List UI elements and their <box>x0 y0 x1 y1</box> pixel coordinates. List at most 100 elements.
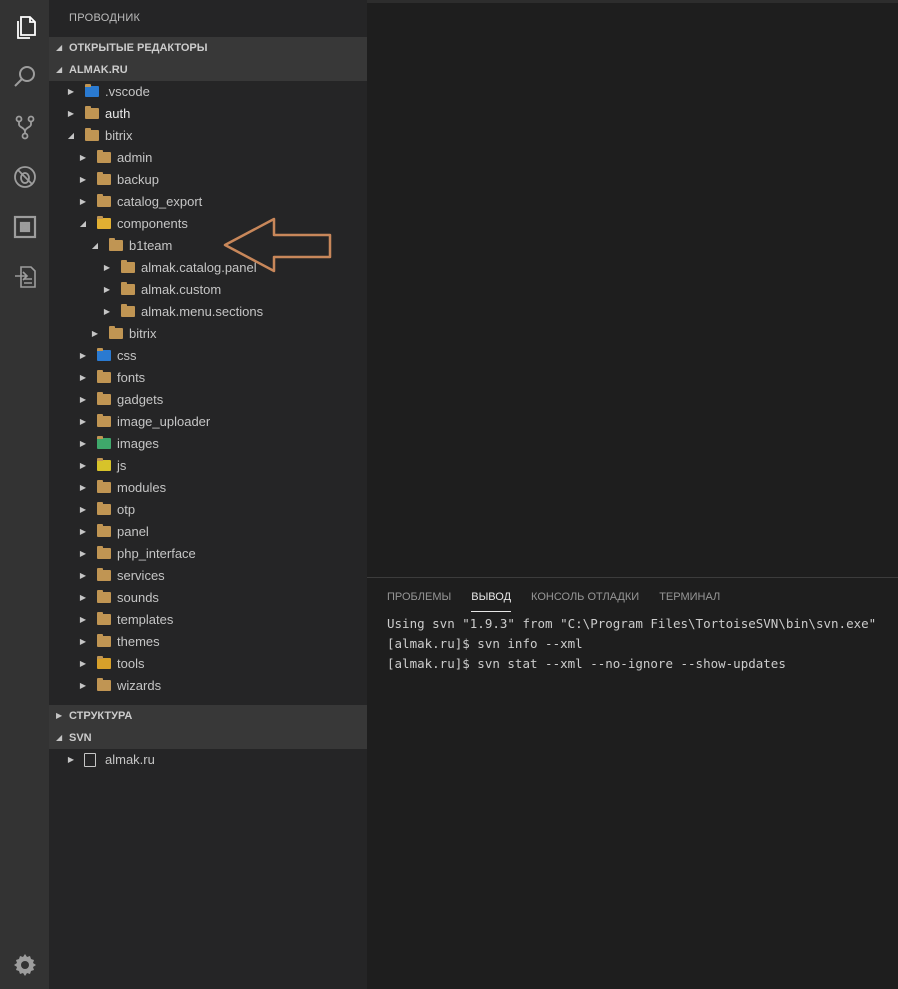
chevron-right-icon: ▶ <box>79 593 87 602</box>
chevron-down-icon: ◢ <box>91 241 99 250</box>
chevron-right-icon: ◢ <box>56 43 63 52</box>
folder-icon <box>97 172 111 185</box>
chevron-right-icon: ▶ <box>56 711 63 720</box>
tree-item[interactable]: ▶ catalog_export <box>49 191 367 213</box>
section-workspace[interactable]: ◢ ALMAK.RU <box>49 59 367 81</box>
section-open-editors-label: ОТКРЫТЫЕ РЕДАКТОРЫ <box>69 42 208 54</box>
tree-item[interactable]: ▶ php_interface <box>49 543 367 565</box>
chevron-right-icon: ▶ <box>79 483 87 492</box>
tree-item-label: php_interface <box>117 546 196 561</box>
tree-item[interactable]: ▶ almak.custom <box>49 279 367 301</box>
chevron-right-icon: ▶ <box>79 373 87 382</box>
tab-problems[interactable]: ПРОБЛЕМЫ <box>387 590 451 612</box>
svn-repo-item[interactable]: ▶ almak.ru <box>49 749 367 771</box>
tree-item[interactable]: ▶ fonts <box>49 367 367 389</box>
tree-item-label: sounds <box>117 590 159 605</box>
tree-item[interactable]: ▶ bitrix <box>49 323 367 345</box>
files-icon[interactable] <box>0 4 49 50</box>
folder-fonts-icon <box>97 370 111 383</box>
source-control-icon[interactable] <box>0 104 49 150</box>
editor-area[interactable] <box>367 0 898 577</box>
output-line: [almak.ru]$ svn info --xml <box>387 636 583 651</box>
tree-item-label: admin <box>117 150 153 165</box>
folder-icon <box>97 678 111 691</box>
tab-terminal[interactable]: ТЕРМИНАЛ <box>659 590 720 612</box>
chevron-right-icon: ▶ <box>79 549 87 558</box>
folder-icon <box>121 282 135 295</box>
tree-item[interactable]: ▶ gadgets <box>49 389 367 411</box>
chevron-right-icon: ▶ <box>79 505 87 514</box>
chevron-right-icon: ▶ <box>79 439 87 448</box>
tree-item-label: templates <box>117 612 174 627</box>
tree-item-label: backup <box>117 172 159 187</box>
tree-item-label: themes <box>117 634 160 649</box>
tree-item[interactable]: ▶ modules <box>49 477 367 499</box>
explorer-sidebar: ПРОВОДНИК ◢ ОТКРЫТЫЕ РЕДАКТОРЫ ◢ ALMAK.R… <box>49 0 367 989</box>
tree-item[interactable]: ▶ .vscode <box>49 81 367 103</box>
tree-item[interactable]: ▶ panel <box>49 521 367 543</box>
tab-output[interactable]: ВЫВОД <box>471 590 512 612</box>
tree-item[interactable]: ▶ almak.menu.sections <box>49 301 367 323</box>
folder-icon <box>121 260 135 273</box>
tree-item[interactable]: ▶ themes <box>49 631 367 653</box>
chevron-right-icon: ▶ <box>79 351 87 360</box>
tree-item[interactable]: ▶ css <box>49 345 367 367</box>
tree-item[interactable]: ▶ image_uploader <box>49 411 367 433</box>
folder-icon <box>121 304 135 317</box>
folder-open-icon <box>109 238 123 251</box>
tree-item-label: css <box>117 348 137 363</box>
tree-item[interactable]: ▶ sounds <box>49 587 367 609</box>
tree-item[interactable]: ▶ admin <box>49 147 367 169</box>
output-log[interactable]: Using svn "1.9.3" from "C:\Program Files… <box>387 614 898 674</box>
folder-icon <box>97 524 111 537</box>
tree-item[interactable]: ▶ wizards <box>49 675 367 697</box>
chevron-down-icon: ◢ <box>56 733 63 742</box>
tab-debug-console[interactable]: КОНСОЛЬ ОТЛАДКИ <box>531 590 639 612</box>
tree-item[interactable]: ▶ services <box>49 565 367 587</box>
section-svn-label: SVN <box>69 732 92 744</box>
tree-item[interactable]: ▶ templates <box>49 609 367 631</box>
gear-icon[interactable] <box>0 942 49 988</box>
chevron-right-icon: ▶ <box>103 307 111 316</box>
tree-item-label: js <box>117 458 127 473</box>
folder-icon <box>97 194 111 207</box>
output-line: Using svn "1.9.3" from "C:\Program Files… <box>387 616 877 631</box>
section-svn[interactable]: ◢ SVN <box>49 727 367 749</box>
annotation-arrow-icon <box>223 217 332 273</box>
chevron-right-icon: ▶ <box>79 527 87 536</box>
tree-item[interactable]: ▶ images <box>49 433 367 455</box>
tree-item[interactable]: ◢ bitrix <box>49 125 367 147</box>
section-open-editors[interactable]: ◢ ОТКРЫТЫЕ РЕДАКТОРЫ <box>49 37 367 59</box>
debug-icon[interactable] <box>0 154 49 200</box>
output-line: [almak.ru]$ svn stat --xml --no-ignore -… <box>387 656 786 671</box>
tree-item-label: fonts <box>117 370 146 385</box>
chevron-right-icon: ▶ <box>79 175 87 184</box>
folder-icon <box>109 326 123 339</box>
tree-item-label: b1team <box>129 238 173 253</box>
tree-item[interactable]: ▶ auth <box>49 103 367 125</box>
tree-item-label: auth <box>105 106 131 121</box>
tree-item-label: bitrix <box>129 326 157 341</box>
chevron-right-icon: ▶ <box>103 263 111 272</box>
chevron-right-icon: ▶ <box>91 329 99 338</box>
folder-icon <box>97 568 111 581</box>
folder-tools-icon <box>97 656 111 669</box>
tree-item[interactable]: ▶ js <box>49 455 367 477</box>
remote-icon[interactable] <box>0 254 49 300</box>
tree-item-label: panel <box>117 524 149 539</box>
chevron-right-icon: ▶ <box>79 395 87 404</box>
tree-item-label: almak.menu.sections <box>141 304 264 319</box>
search-icon[interactable] <box>0 54 49 100</box>
tree-item[interactable]: ▶ backup <box>49 169 367 191</box>
tree-item[interactable]: ▶ tools <box>49 653 367 675</box>
chevron-down-icon: ◢ <box>56 65 63 74</box>
bottom-panel: ПРОБЛЕМЫ ВЫВОД КОНСОЛЬ ОТЛАДКИ ТЕРМИНАЛ … <box>367 577 898 989</box>
tree-item[interactable]: ▶ otp <box>49 499 367 521</box>
folder-css-icon <box>97 348 111 361</box>
folder-icon <box>85 106 99 119</box>
tree-item-label: tools <box>117 656 145 671</box>
section-outline-label: СТРУКТУРА <box>69 710 133 722</box>
section-outline[interactable]: ▶ СТРУКТУРА <box>49 705 367 727</box>
extensions-icon[interactable] <box>0 204 49 250</box>
tree-item-label: images <box>117 436 159 451</box>
